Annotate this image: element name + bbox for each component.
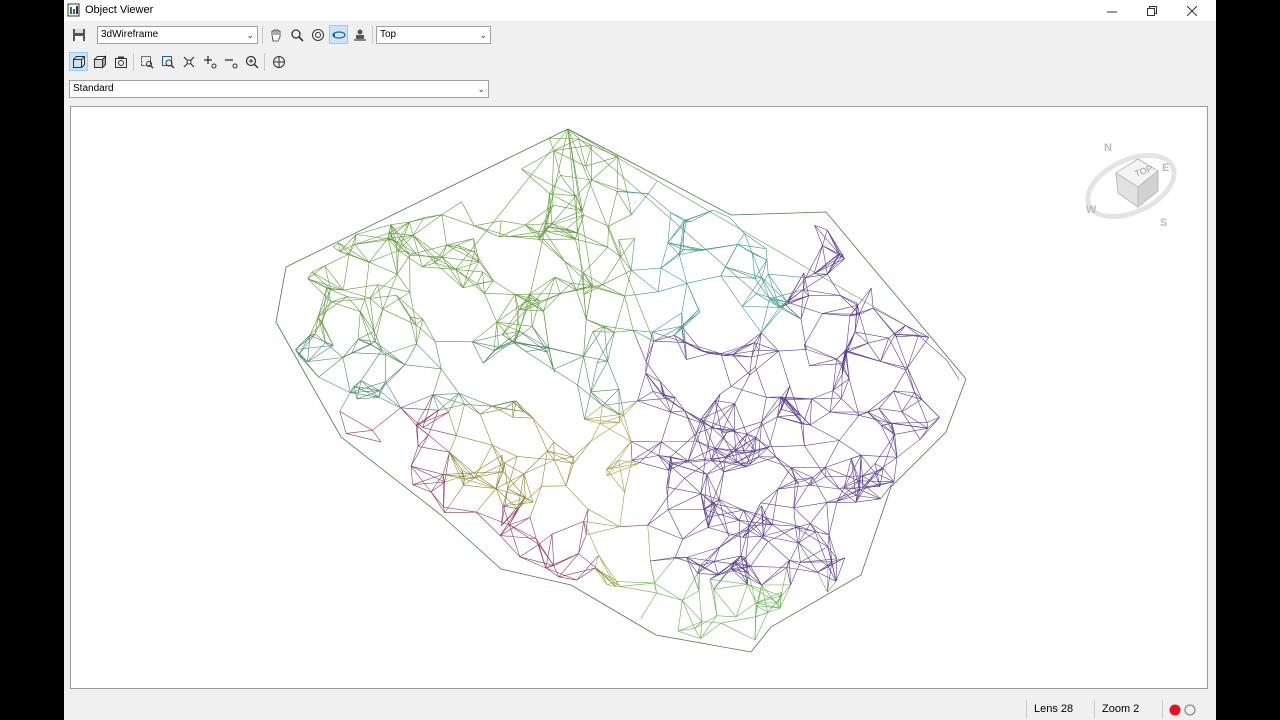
app-icon — [67, 3, 80, 17]
toolbar-separator — [262, 26, 263, 44]
orbit-button[interactable] — [308, 25, 327, 44]
wireframe-surface-mesh — [275, 128, 967, 653]
zoom-window-button[interactable] — [137, 52, 156, 71]
close-icon — [1187, 5, 1197, 16]
camera-button[interactable] — [350, 25, 369, 44]
camera-person-icon — [353, 29, 366, 41]
zoom-out-icon — [224, 58, 237, 68]
close-button[interactable] — [1172, 0, 1212, 21]
wireframe-box-button[interactable] — [69, 52, 88, 71]
save-icon — [72, 28, 85, 41]
magnifier-icon — [290, 28, 304, 42]
zoom-extents-icon — [161, 55, 174, 68]
viewcube-north-label: N — [1104, 142, 1112, 154]
chevron-down-icon: ⌄ — [479, 30, 487, 40]
zoom-out-button[interactable] — [221, 52, 240, 71]
zoom-in-button[interactable] — [200, 52, 219, 71]
render-settings-button[interactable] — [111, 52, 130, 71]
orbit-icon — [311, 28, 324, 41]
globe-target-icon — [272, 55, 285, 68]
window-title: Object Viewer — [85, 4, 154, 16]
toolbar-separator — [133, 53, 134, 71]
chevron-down-icon: ⌄ — [477, 84, 485, 94]
view-value: Top — [380, 29, 397, 40]
zoom-window-icon — [140, 55, 153, 68]
toolbar-separator — [264, 53, 265, 71]
pan-button[interactable] — [266, 25, 285, 44]
camera-settings-icon — [114, 56, 127, 68]
pan-hand-icon — [271, 29, 280, 41]
wireframe-cube-icon — [72, 55, 85, 68]
zoom-button[interactable] — [287, 25, 306, 44]
shaded-cube-icon — [92, 54, 107, 69]
ucs-select[interactable]: Standard ⌄ — [69, 80, 489, 98]
stop-icon[interactable] — [1184, 704, 1196, 716]
minimize-button[interactable] — [1092, 0, 1132, 21]
visual-style-select[interactable]: 3dWireframe ⌄ — [97, 26, 258, 44]
zoom-all-button[interactable] — [179, 52, 198, 71]
viewcube[interactable]: TOP N E S W — [1076, 131, 1186, 241]
status-divider — [1026, 700, 1027, 718]
restore-button[interactable] — [1132, 0, 1172, 21]
shaded-box-button[interactable] — [90, 52, 109, 71]
chevron-down-icon: ⌄ — [246, 30, 254, 40]
viewcube-south-label: S — [1160, 217, 1167, 229]
free-orbit-icon — [331, 30, 346, 39]
model-viewport[interactable]: TOP N E S W — [70, 106, 1208, 689]
view-select[interactable]: Top ⌄ — [376, 26, 491, 44]
status-bar: Lens 28 Zoom 2 — [64, 698, 1216, 720]
viewcube-west-label: W — [1086, 204, 1097, 216]
save-button[interactable] — [69, 25, 88, 44]
zoom-arrows-icon — [183, 56, 194, 67]
free-orbit-button[interactable] — [329, 25, 348, 44]
zoom-in-icon — [203, 55, 216, 68]
toolbar-separator — [372, 26, 373, 44]
ucs-value: Standard — [73, 83, 114, 94]
visual-style-value: 3dWireframe — [101, 29, 159, 40]
zoom-extents-button[interactable] — [158, 52, 177, 71]
status-divider — [1162, 700, 1163, 718]
toolbar-area: 3dWireframe ⌄ Top ⌄ Standard ⌄ — [64, 21, 494, 103]
zoom-readout: Zoom 2 — [1102, 703, 1140, 715]
zoom-realtime-icon — [245, 55, 259, 69]
minimize-icon — [1107, 11, 1117, 12]
viewcube-east-label: E — [1162, 162, 1169, 174]
status-divider — [1094, 700, 1095, 718]
lens-readout: Lens 28 — [1034, 703, 1074, 715]
ucs-button[interactable] — [269, 52, 288, 71]
restore-icon — [1147, 5, 1157, 16]
title-bar: Object Viewer — [64, 0, 1216, 21]
record-icon[interactable] — [1169, 704, 1181, 716]
object-viewer-window: Object Viewer 3dWireframe ⌄ Top ⌄ Standa… — [64, 0, 1216, 720]
zoom-realtime-button[interactable] — [242, 52, 261, 71]
